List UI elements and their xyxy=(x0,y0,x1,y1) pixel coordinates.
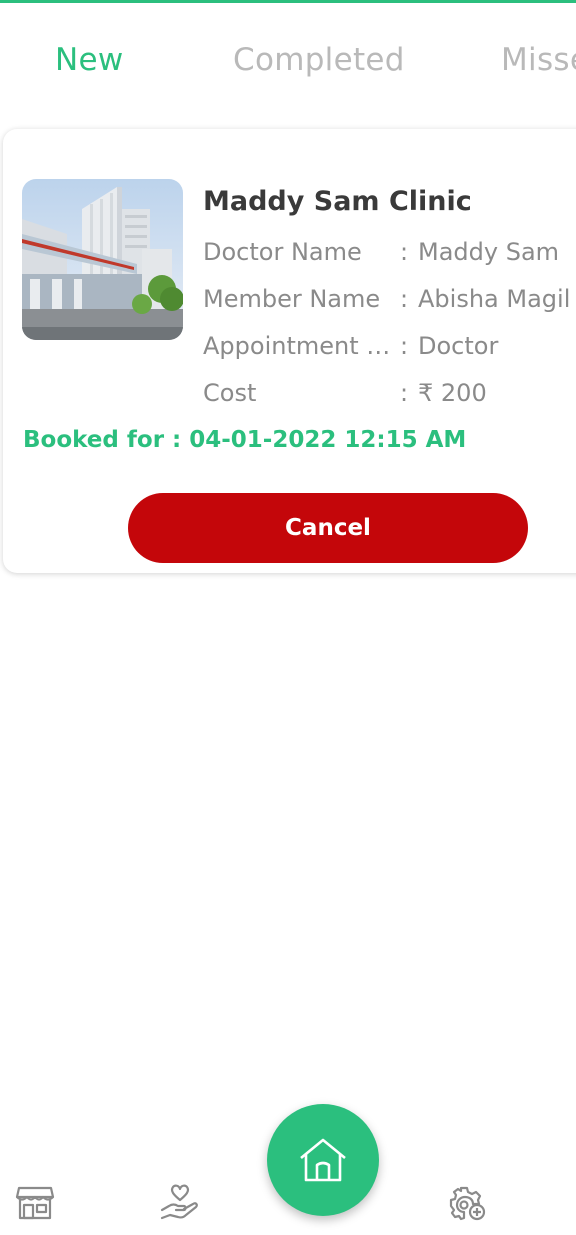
cost-label: Cost xyxy=(203,379,257,407)
appointments-screen: New Completed Missed xyxy=(0,0,576,1235)
clinic-name: Maddy Sam Clinic xyxy=(203,186,472,217)
home-icon xyxy=(300,1138,346,1182)
appointment-card[interactable]: Maddy Sam Clinic Doctor Name : Maddy Sam… xyxy=(3,129,576,573)
cost-value: ₹ 200 xyxy=(418,379,487,407)
doctor-name-value: Maddy Sam xyxy=(418,238,560,266)
top-accent-line xyxy=(0,0,576,3)
member-name-label: Member Name xyxy=(203,285,381,313)
clinic-image xyxy=(22,179,183,340)
tab-completed[interactable]: Completed xyxy=(233,42,405,78)
settings-icon[interactable] xyxy=(447,1186,487,1226)
separator: : xyxy=(400,285,409,313)
bottom-navigation xyxy=(0,1100,576,1235)
store-icon[interactable] xyxy=(15,1186,55,1224)
care-hand-icon[interactable] xyxy=(160,1184,200,1226)
appointment-type-label: Appointment Type xyxy=(203,332,400,360)
member-name-value: Abisha Magil xyxy=(418,285,571,313)
cancel-button[interactable]: Cancel xyxy=(128,493,528,563)
appointment-tabs: New Completed Missed xyxy=(0,30,576,100)
separator: : xyxy=(400,332,409,360)
home-button[interactable] xyxy=(267,1104,379,1216)
appointment-type-value: Doctor xyxy=(418,332,499,360)
doctor-name-label: Doctor Name xyxy=(203,238,362,266)
tab-missed[interactable]: Missed xyxy=(501,42,576,78)
separator: : xyxy=(400,238,409,266)
separator: : xyxy=(400,379,409,407)
booked-for-text: Booked for : 04-01-2022 12:15 AM xyxy=(23,427,467,453)
tab-new[interactable]: New xyxy=(55,42,124,78)
